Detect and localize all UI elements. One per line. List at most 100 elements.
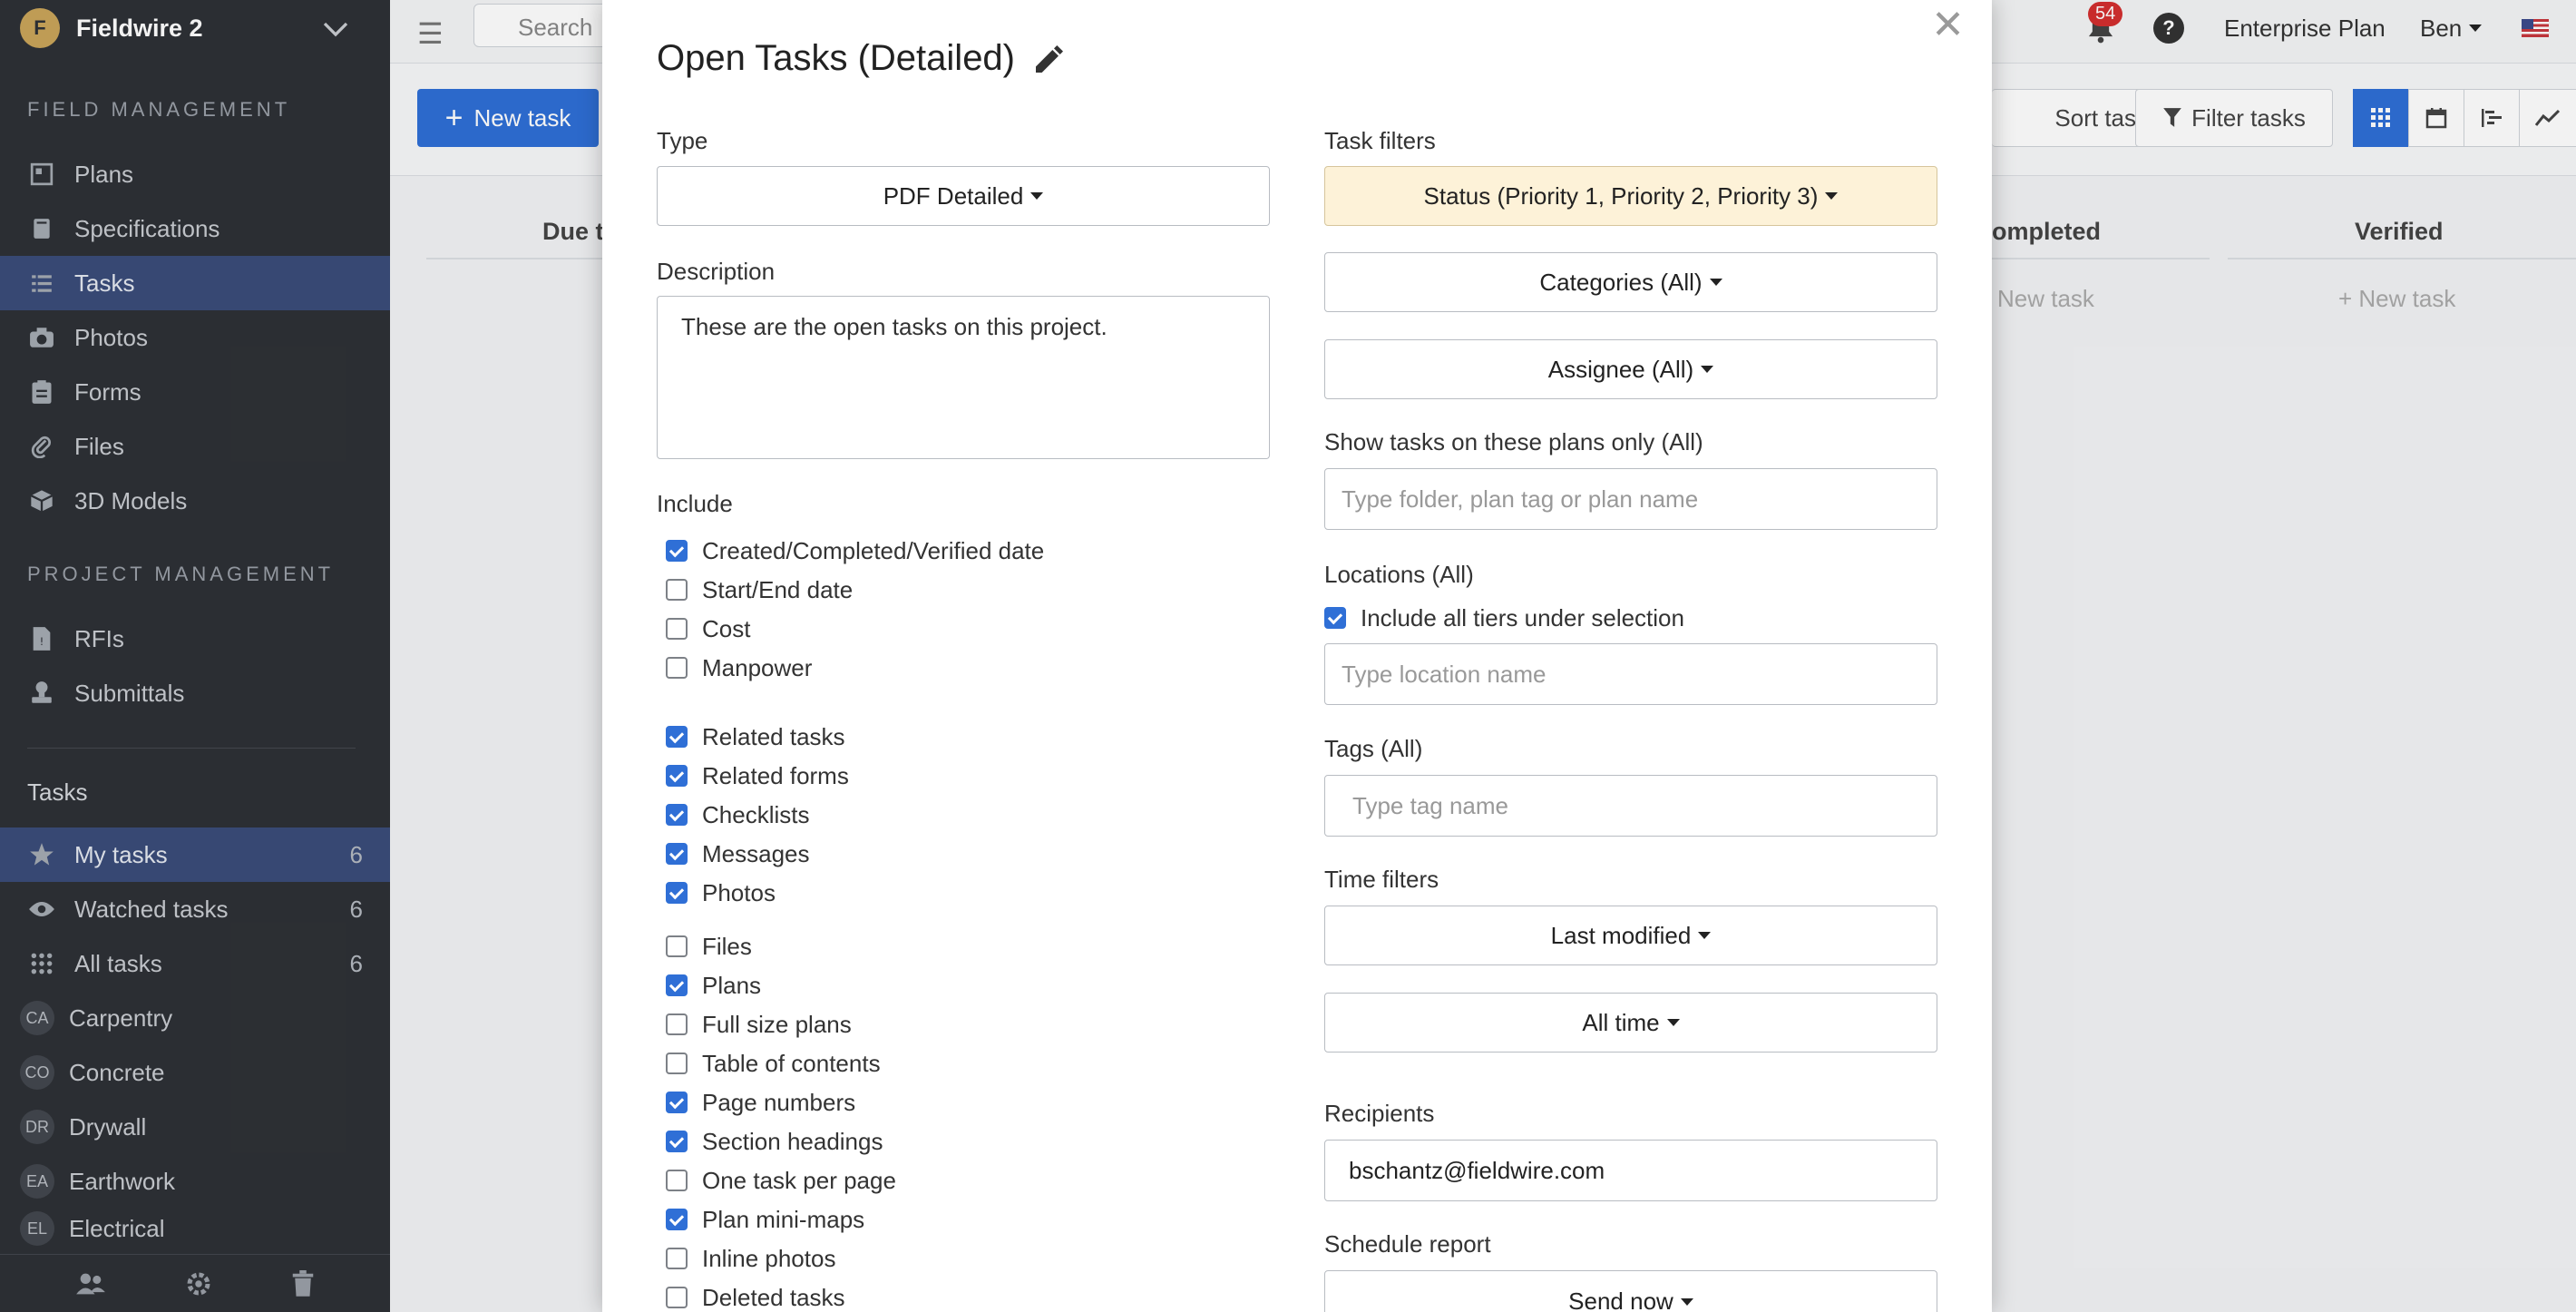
include-tiers-checkbox[interactable]: Include all tiers under selection bbox=[1324, 602, 1684, 633]
pencil-icon[interactable] bbox=[1031, 41, 1068, 77]
location-input[interactable]: Type location name bbox=[1324, 643, 1937, 705]
include-option-row[interactable]: Related forms bbox=[666, 760, 849, 791]
description-textarea[interactable]: These are the open tasks on this project… bbox=[657, 296, 1270, 459]
checkbox-checked[interactable] bbox=[666, 804, 688, 826]
include-option-row[interactable]: One task per page bbox=[666, 1165, 896, 1196]
caret-down-icon bbox=[1680, 1298, 1693, 1306]
checkbox-unchecked[interactable] bbox=[666, 1013, 688, 1035]
plans-filter-label: Show tasks on these plans only (All) bbox=[1324, 428, 1703, 455]
checkbox-checked[interactable] bbox=[1324, 607, 1346, 629]
include-option-row[interactable]: Messages bbox=[666, 838, 810, 869]
assignee-filter-value: Assignee (All) bbox=[1547, 355, 1694, 383]
caret-down-icon bbox=[1701, 366, 1714, 373]
include-option-row[interactable]: Photos bbox=[666, 877, 776, 908]
schedule-report-label: Schedule report bbox=[1324, 1230, 1491, 1258]
assignee-filter-select[interactable]: Assignee (All) bbox=[1324, 339, 1937, 399]
include-option-label: Messages bbox=[702, 839, 810, 867]
checkbox-checked[interactable] bbox=[666, 1092, 688, 1113]
include-option-label: Start/End date bbox=[702, 575, 854, 603]
include-option-label: Plan mini-maps bbox=[702, 1205, 865, 1233]
modal-title: Open Tasks (Detailed) bbox=[657, 38, 1068, 79]
status-filter-value: Status (Priority 1, Priority 2, Priority… bbox=[1423, 181, 1819, 210]
schedule-value: Send now bbox=[1568, 1288, 1673, 1312]
include-option-label: One task per page bbox=[702, 1166, 896, 1194]
caret-down-icon bbox=[1666, 1019, 1680, 1026]
categories-filter-select[interactable]: Categories (All) bbox=[1324, 252, 1937, 312]
include-option-row[interactable]: Table of contents bbox=[666, 1048, 881, 1079]
report-settings-modal: ✕ Open Tasks (Detailed) Type PDF Detaile… bbox=[602, 0, 1992, 1312]
checkbox-unchecked[interactable] bbox=[666, 618, 688, 640]
recipients-label: Recipients bbox=[1324, 1100, 1435, 1127]
include-option-row[interactable]: Full size plans bbox=[666, 1009, 852, 1040]
report-title: Open Tasks (Detailed) bbox=[657, 38, 1015, 78]
include-option-row[interactable]: Start/End date bbox=[666, 574, 853, 605]
include-option-label: Checklists bbox=[702, 800, 810, 828]
checkbox-unchecked[interactable] bbox=[666, 579, 688, 601]
include-option-label: Created/Completed/Verified date bbox=[702, 536, 1045, 564]
caret-down-icon bbox=[1030, 192, 1044, 200]
checkbox-checked[interactable] bbox=[666, 765, 688, 787]
include-option-row[interactable]: Created/Completed/Verified date bbox=[666, 535, 1044, 566]
include-option-label: Full size plans bbox=[702, 1010, 852, 1038]
include-tiers-label: Include all tiers under selection bbox=[1361, 603, 1684, 632]
include-option-row[interactable]: Files bbox=[666, 931, 752, 962]
include-option-row[interactable]: Checklists bbox=[666, 799, 809, 830]
close-icon[interactable]: ✕ bbox=[1931, 2, 1965, 48]
checkbox-checked[interactable] bbox=[666, 882, 688, 904]
checkbox-unchecked[interactable] bbox=[666, 1248, 688, 1269]
include-option-row[interactable]: Manpower bbox=[666, 652, 812, 683]
checkbox-checked[interactable] bbox=[666, 1131, 688, 1152]
checkbox-unchecked[interactable] bbox=[666, 1170, 688, 1191]
checkbox-unchecked[interactable] bbox=[666, 657, 688, 679]
recipients-input[interactable]: bschantz@fieldwire.com bbox=[1324, 1140, 1937, 1201]
type-select[interactable]: PDF Detailed bbox=[657, 166, 1270, 226]
include-option-row[interactable]: Plans bbox=[666, 970, 761, 1001]
checkbox-checked[interactable] bbox=[666, 974, 688, 996]
plans-filter-input[interactable]: Type folder, plan tag or plan name bbox=[1324, 468, 1937, 530]
include-option-label: Plans bbox=[702, 971, 762, 999]
time-range-value: All time bbox=[1582, 1008, 1660, 1036]
include-option-label: Deleted tasks bbox=[702, 1283, 845, 1311]
include-label: Include bbox=[657, 490, 733, 517]
caret-down-icon bbox=[1825, 192, 1839, 200]
include-option-label: Files bbox=[702, 932, 752, 960]
include-option-label: Cost bbox=[702, 614, 751, 642]
checkbox-unchecked[interactable] bbox=[666, 1053, 688, 1074]
status-filter-select[interactable]: Status (Priority 1, Priority 2, Priority… bbox=[1324, 166, 1937, 226]
type-value: PDF Detailed bbox=[883, 181, 1024, 210]
schedule-select[interactable]: Send now bbox=[1324, 1270, 1937, 1312]
include-option-label: Related forms bbox=[702, 761, 849, 789]
include-option-label: Section headings bbox=[702, 1127, 883, 1155]
task-filters-label: Task filters bbox=[1324, 127, 1436, 154]
time-range-select[interactable]: All time bbox=[1324, 993, 1937, 1053]
time-filters-label: Time filters bbox=[1324, 866, 1439, 893]
include-option-label: Related tasks bbox=[702, 722, 845, 750]
type-label: Type bbox=[657, 127, 708, 154]
checkbox-checked[interactable] bbox=[666, 726, 688, 748]
include-option-label: Page numbers bbox=[702, 1088, 856, 1116]
checkbox-unchecked[interactable] bbox=[666, 935, 688, 957]
checkbox-checked[interactable] bbox=[666, 540, 688, 562]
tags-label: Tags (All) bbox=[1324, 735, 1423, 762]
checkbox-checked[interactable] bbox=[666, 843, 688, 865]
include-option-row[interactable]: Deleted tasks bbox=[666, 1282, 845, 1312]
include-option-row[interactable]: Plan mini-maps bbox=[666, 1204, 864, 1235]
time-field-value: Last modified bbox=[1550, 921, 1692, 949]
include-option-row[interactable]: Inline photos bbox=[666, 1243, 835, 1274]
include-option-label: Inline photos bbox=[702, 1244, 836, 1272]
tag-input[interactable]: Type tag name bbox=[1324, 775, 1937, 837]
categories-filter-value: Categories (All) bbox=[1539, 268, 1703, 296]
include-option-label: Photos bbox=[702, 878, 776, 906]
include-option-label: Manpower bbox=[702, 653, 813, 681]
caret-down-icon bbox=[1698, 932, 1712, 939]
description-label: Description bbox=[657, 258, 776, 285]
include-option-row[interactable]: Page numbers bbox=[666, 1087, 855, 1118]
locations-label: Locations (All) bbox=[1324, 561, 1474, 588]
checkbox-checked[interactable] bbox=[666, 1209, 688, 1230]
caret-down-icon bbox=[1709, 279, 1722, 286]
include-option-row[interactable]: Cost bbox=[666, 613, 750, 644]
include-option-row[interactable]: Section headings bbox=[666, 1126, 883, 1157]
time-field-select[interactable]: Last modified bbox=[1324, 906, 1937, 965]
include-option-row[interactable]: Related tasks bbox=[666, 721, 845, 752]
checkbox-unchecked[interactable] bbox=[666, 1287, 688, 1308]
